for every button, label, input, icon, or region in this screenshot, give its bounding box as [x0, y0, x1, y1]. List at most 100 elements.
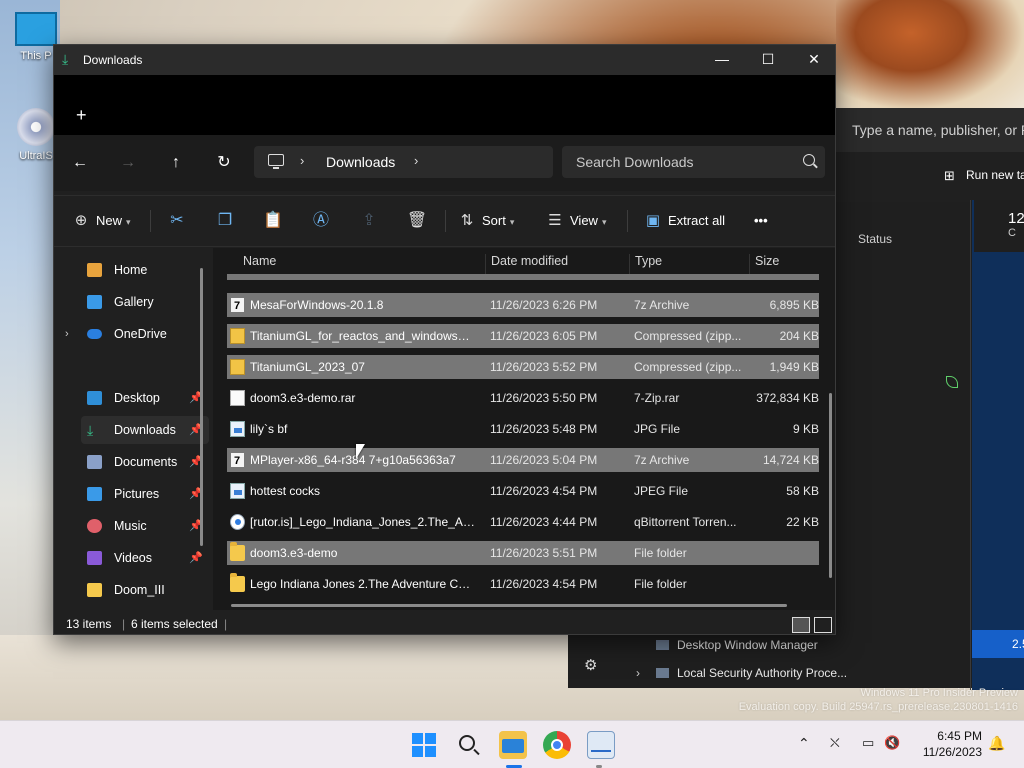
- view-button[interactable]: ☰ View ▾: [546, 209, 606, 233]
- forward-button[interactable]: →: [114, 149, 142, 177]
- task-manager-taskbar-button[interactable]: [587, 731, 615, 759]
- clock[interactable]: 6:45 PM 11/26/2023: [912, 728, 982, 760]
- file-name: lily`s bf: [250, 422, 288, 436]
- task-manager-search[interactable]: Type a name, publisher, or P: [836, 108, 1024, 152]
- download-icon: ⤓: [62, 51, 69, 67]
- new-tab-button[interactable]: +: [76, 105, 87, 126]
- file-type: File folder: [634, 546, 687, 560]
- nav-item-downloads[interactable]: ⤓ Downloads 📌: [81, 416, 209, 444]
- file-row[interactable]: TitaniumGL_for_reactos_and_windows_2... 1…: [227, 324, 819, 348]
- rename-icon[interactable]: Ⓐ: [309, 209, 333, 233]
- share-icon[interactable]: ⇪: [357, 209, 381, 233]
- run-new-task-button[interactable]: Run new ta: [966, 168, 1024, 182]
- back-button[interactable]: ←: [66, 149, 94, 177]
- nav-item-home[interactable]: Home: [81, 256, 209, 284]
- column-header-date[interactable]: Date modified: [491, 254, 568, 268]
- file-size: 6,895 KB: [769, 298, 819, 312]
- nav-item-desktop[interactable]: Desktop 📌: [81, 384, 209, 412]
- file-row[interactable]: doom3.e3-demo 11/26/2023 5:51 PM File fold…: [227, 541, 819, 565]
- process-row[interactable]: › Local Security Authority Proce...: [636, 666, 847, 680]
- folder-icon: [87, 583, 102, 597]
- display-icon[interactable]: ▭: [862, 735, 874, 751]
- notification-bell-icon[interactable]: 🔔: [988, 735, 1005, 752]
- navigation-pane: Home Gallery › OneDrive Desktop 📌 ⤓ Downloa…: [54, 248, 212, 610]
- folder-icon: [502, 739, 524, 753]
- close-button[interactable]: ✕: [791, 45, 835, 75]
- column-header-size[interactable]: Size: [755, 254, 779, 268]
- sort-button[interactable]: ⇅ Sort ▾: [458, 209, 515, 233]
- start-button[interactable]: [410, 731, 438, 759]
- chevron-down-icon: ▾: [509, 217, 515, 227]
- nav-item-videos[interactable]: Videos 📌: [81, 544, 209, 572]
- pin-icon[interactable]: 📌: [189, 544, 203, 572]
- file-date: 11/26/2023 5:04 PM: [490, 453, 598, 467]
- file-row[interactable]: doom3.e3-demo.rar 11/26/2023 5:50 PM 7-Zip…: [227, 386, 819, 410]
- file-type: 7z Archive: [634, 298, 690, 312]
- cpu-column-header[interactable]: 12 C: [974, 200, 1024, 252]
- search-input[interactable]: Search Downloads: [576, 154, 694, 170]
- chevron-right-icon[interactable]: ›: [300, 153, 304, 168]
- file-name: MesaForWindows-20.1.8: [250, 298, 384, 312]
- nav-item-gallery[interactable]: Gallery: [81, 288, 209, 316]
- see-more-button[interactable]: •••: [754, 209, 768, 233]
- process-row[interactable]: Desktop Window Manager: [656, 638, 818, 652]
- folder-icon: [230, 573, 245, 592]
- app-icon: [656, 640, 669, 650]
- column-header-name[interactable]: Name: [243, 254, 276, 268]
- details-view-button[interactable]: [792, 617, 810, 633]
- file-row[interactable]: lily`s bf 11/26/2023 5:48 PM JPG File 9 KB: [227, 417, 819, 441]
- breadcrumb-downloads[interactable]: Downloads: [326, 154, 395, 170]
- zip-folder-icon: [230, 359, 245, 375]
- cut-icon[interactable]: ✂: [165, 209, 189, 233]
- nav-item-pictures[interactable]: Pictures 📌: [81, 480, 209, 508]
- file-explorer-taskbar-button[interactable]: [499, 731, 527, 759]
- settings-icon[interactable]: ⚙: [584, 656, 597, 674]
- copy-icon[interactable]: ❐: [213, 209, 237, 233]
- file-row[interactable]: hottest cocks 11/26/2023 4:54 PM JPEG File…: [227, 479, 819, 503]
- vertical-scrollbar[interactable]: [829, 393, 832, 578]
- nav-scrollbar[interactable]: [200, 268, 203, 546]
- horizontal-scrollbar[interactable]: [231, 604, 787, 607]
- nav-item-onedrive[interactable]: › OneDrive: [65, 320, 209, 348]
- search-button[interactable]: [455, 731, 483, 759]
- volume-muted-icon[interactable]: 🔇: [884, 735, 900, 751]
- file-row[interactable]: [rutor.is]_Lego_Indiana_Jones_2.The_Adv.…: [227, 510, 819, 534]
- file-row[interactable]: Lego Indiana Jones 2.The Adventure Con..…: [227, 572, 819, 596]
- status-column-header[interactable]: Status: [858, 232, 892, 246]
- address-bar[interactable]: › Downloads ›: [254, 146, 553, 178]
- expand-icon[interactable]: ›: [636, 666, 640, 680]
- column-divider: [970, 200, 971, 690]
- delete-icon[interactable]: 🗑: [405, 209, 429, 233]
- chevron-right-icon[interactable]: ›: [65, 320, 69, 348]
- maximize-button[interactable]: ☐: [745, 45, 791, 75]
- extract-all-button[interactable]: ▣ Extract all: [644, 209, 725, 233]
- file-size: 58 KB: [786, 484, 819, 498]
- nav-item-doom-iii[interactable]: Doom_III: [81, 576, 209, 604]
- windows-logo-icon: [412, 733, 436, 757]
- tiles-view-button[interactable]: [814, 617, 832, 633]
- nav-item-music[interactable]: Music 📌: [81, 512, 209, 540]
- up-button[interactable]: ↑: [162, 149, 190, 177]
- file-size: 9 KB: [792, 422, 819, 436]
- chevron-right-icon[interactable]: ›: [414, 153, 418, 168]
- title-bar[interactable]: ⤓ Downloads — ☐ ✕: [54, 45, 835, 75]
- chrome-taskbar-button[interactable]: [543, 731, 571, 759]
- network-icon[interactable]: ⛌: [830, 735, 840, 751]
- chevron-up-icon[interactable]: ⌃: [798, 735, 810, 752]
- search-box[interactable]: Search Downloads: [562, 146, 825, 178]
- watermark: Windows 11 Pro Insider Preview Evaluatio…: [738, 687, 1018, 713]
- paste-icon[interactable]: 📋: [261, 209, 285, 233]
- file-row[interactable]: MPlayer-x86_64-r384 7+g10a56363a711/26/2…: [227, 448, 819, 473]
- new-button[interactable]: ⊕ New ▾: [72, 209, 131, 233]
- file-name: hottest cocks: [250, 484, 321, 498]
- file-row[interactable]: MesaForWindows-20.1.8 11/26/2023 6:26 PM 7…: [227, 293, 819, 318]
- image-file-icon: [230, 421, 245, 437]
- minimize-button[interactable]: —: [699, 45, 745, 75]
- column-header-type[interactable]: Type: [635, 254, 662, 268]
- file-type: Compressed (zipp...: [634, 360, 742, 374]
- file-row[interactable]: TitaniumGL_2023_07 11/26/2023 5:52 PM Comp…: [227, 355, 819, 379]
- item-count: 13 items: [66, 617, 112, 631]
- nav-item-documents[interactable]: Documents 📌: [81, 448, 209, 476]
- download-icon: ⤓: [87, 422, 94, 438]
- refresh-button[interactable]: ↻: [210, 149, 238, 177]
